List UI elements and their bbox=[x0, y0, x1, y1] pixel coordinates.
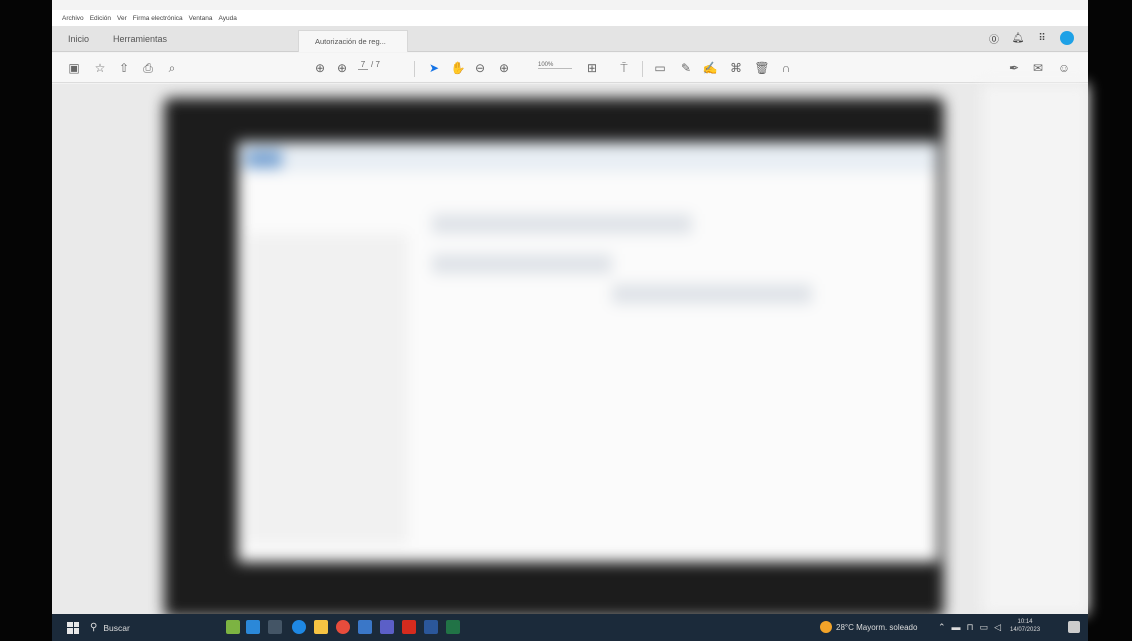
sun-icon bbox=[820, 621, 832, 633]
fill-sign-icon[interactable]: ✒ bbox=[1006, 60, 1022, 76]
right-black-border bbox=[1088, 0, 1132, 641]
highlight-pen-icon[interactable]: ✎ bbox=[678, 60, 694, 76]
page-current-field[interactable]: 7 bbox=[358, 60, 368, 70]
menu-ventana[interactable]: Ventana bbox=[189, 15, 213, 22]
windows-start-icon[interactable] bbox=[64, 619, 82, 637]
usb-icon[interactable]: ⊓ bbox=[967, 622, 974, 633]
upload-cloud-icon[interactable]: ⇧ bbox=[116, 60, 132, 76]
print-icon[interactable]: ⎙ bbox=[140, 60, 156, 76]
draw-icon[interactable]: ✍ bbox=[702, 60, 718, 76]
avatar[interactable] bbox=[1060, 31, 1074, 45]
star-icon[interactable]: ☆ bbox=[92, 60, 108, 76]
acrobat-icon[interactable] bbox=[402, 620, 416, 634]
screen-logo-image bbox=[246, 150, 282, 168]
excel-icon[interactable] bbox=[446, 620, 460, 634]
menu-ayuda[interactable]: Ayuda bbox=[219, 15, 237, 22]
teams-icon[interactable] bbox=[246, 620, 260, 634]
screen-header-image bbox=[238, 142, 938, 172]
word-icon[interactable] bbox=[424, 620, 438, 634]
volume-icon[interactable]: ◁ bbox=[994, 622, 1001, 633]
menu-firma[interactable]: Firma electrónica bbox=[133, 15, 183, 22]
weather-text: 28°C Mayorm. soleado bbox=[836, 622, 918, 632]
page-indicator[interactable]: 7 / 7 bbox=[358, 60, 380, 70]
stamp-icon[interactable]: ⌘ bbox=[728, 60, 744, 76]
system-tray: ⌃ ▬ ⊓ ▭ ◁ bbox=[938, 622, 1001, 633]
taskbar-search-label: Buscar bbox=[103, 622, 130, 633]
delete-icon[interactable]: 🗑︎ bbox=[754, 60, 770, 76]
page-down-icon[interactable]: ⊕ bbox=[334, 60, 350, 76]
select-arrow-icon[interactable]: ➤ bbox=[426, 60, 442, 76]
search-icon[interactable]: ⌕ bbox=[164, 60, 180, 76]
teams-chat-icon[interactable] bbox=[380, 620, 394, 634]
save-icon[interactable]: ▣ bbox=[66, 60, 82, 76]
mail-icon[interactable]: ✉ bbox=[1030, 60, 1046, 76]
scroll-mode-icon[interactable]: ⍑ bbox=[616, 60, 632, 76]
zoom-dropdown[interactable]: 100% bbox=[538, 62, 572, 69]
bell-icon[interactable]: 🔔︎ bbox=[1012, 32, 1025, 44]
search-icon: ⚲ bbox=[90, 622, 98, 633]
fit-page-icon[interactable]: ⊞ bbox=[584, 60, 600, 76]
notification-icon[interactable] bbox=[1068, 621, 1080, 633]
screen-row-image bbox=[432, 254, 612, 274]
apps-grid-icon[interactable]: ⠿ bbox=[1036, 32, 1048, 44]
toolbar: ▣ ☆ ⇧ ⎙ ⌕ ⊕ ⊕ 7 / 7 ➤ ✋ ⊖ ⊕ 100% ⊞ ⍑ ▭ ✎… bbox=[52, 53, 1088, 83]
page-up-icon[interactable]: ⊕ bbox=[312, 60, 328, 76]
menu-edicion[interactable]: Edición bbox=[90, 15, 111, 22]
clock-date: 14/07/2023 bbox=[1010, 627, 1041, 633]
file-explorer-icon[interactable] bbox=[314, 620, 328, 634]
zoom-in-icon[interactable]: ⊕ bbox=[496, 60, 512, 76]
menu-archivo[interactable]: Archivo bbox=[62, 15, 84, 22]
screen-sidebar-image bbox=[248, 234, 408, 544]
weather-widget[interactable]: 28°C Mayorm. soleado bbox=[820, 621, 917, 633]
tab-inicio[interactable]: Inicio bbox=[52, 34, 101, 44]
chevron-up-icon[interactable]: ⌃ bbox=[938, 622, 946, 633]
clock[interactable]: 10:14 14/07/2023 bbox=[1010, 618, 1040, 634]
screen-row-image bbox=[432, 214, 692, 234]
zoom-out-icon[interactable]: ⊖ bbox=[472, 60, 488, 76]
hand-icon[interactable]: ✋ bbox=[450, 60, 466, 76]
menu-bar: Archivo Edición Ver Firma electrónica Ve… bbox=[52, 10, 1088, 26]
document-viewport[interactable] bbox=[52, 84, 1088, 618]
clock-time: 10:14 bbox=[1017, 619, 1033, 625]
acrobat-window: Archivo Edición Ver Firma electrónica Ve… bbox=[52, 0, 1088, 641]
tab-row: Inicio Herramientas Autorización de reg.… bbox=[52, 26, 1088, 52]
taskbar-search[interactable]: ⚲ Buscar bbox=[90, 618, 210, 638]
menu-ver[interactable]: Ver bbox=[117, 15, 127, 22]
help-icon[interactable]: ⓪ bbox=[988, 32, 1000, 46]
toolbar-divider bbox=[642, 61, 643, 77]
task-view-icon[interactable] bbox=[268, 620, 282, 634]
tab-herramientas[interactable]: Herramientas bbox=[101, 34, 179, 44]
page-total: / 7 bbox=[371, 60, 380, 69]
mail-tray-icon[interactable]: ▬ bbox=[952, 622, 961, 633]
network-icon[interactable]: ▭ bbox=[980, 622, 989, 633]
right-panel-blur bbox=[982, 84, 1088, 614]
edge-icon[interactable] bbox=[292, 620, 306, 634]
more-tools-icon[interactable]: ∩ bbox=[778, 60, 794, 76]
left-black-border bbox=[0, 0, 52, 641]
tab-document[interactable]: Autorización de reg... bbox=[298, 30, 408, 52]
toolbar-divider bbox=[414, 61, 415, 77]
share-user-icon[interactable]: ☺ bbox=[1056, 60, 1072, 76]
blurred-document-image bbox=[52, 84, 1088, 618]
tab-row-right-icons: ⓪ 🔔︎ ⠿ bbox=[988, 31, 1074, 46]
app-icon[interactable] bbox=[358, 620, 372, 634]
chrome-icon[interactable] bbox=[336, 620, 350, 634]
widget-icon[interactable] bbox=[226, 620, 240, 634]
windows-taskbar: ⚲ Buscar 28°C Mayorm. soleado ⌃ ▬ ⊓ ▭ ◁ … bbox=[52, 614, 1088, 641]
comment-icon[interactable]: ▭ bbox=[652, 60, 668, 76]
screen-row-image bbox=[612, 284, 812, 304]
